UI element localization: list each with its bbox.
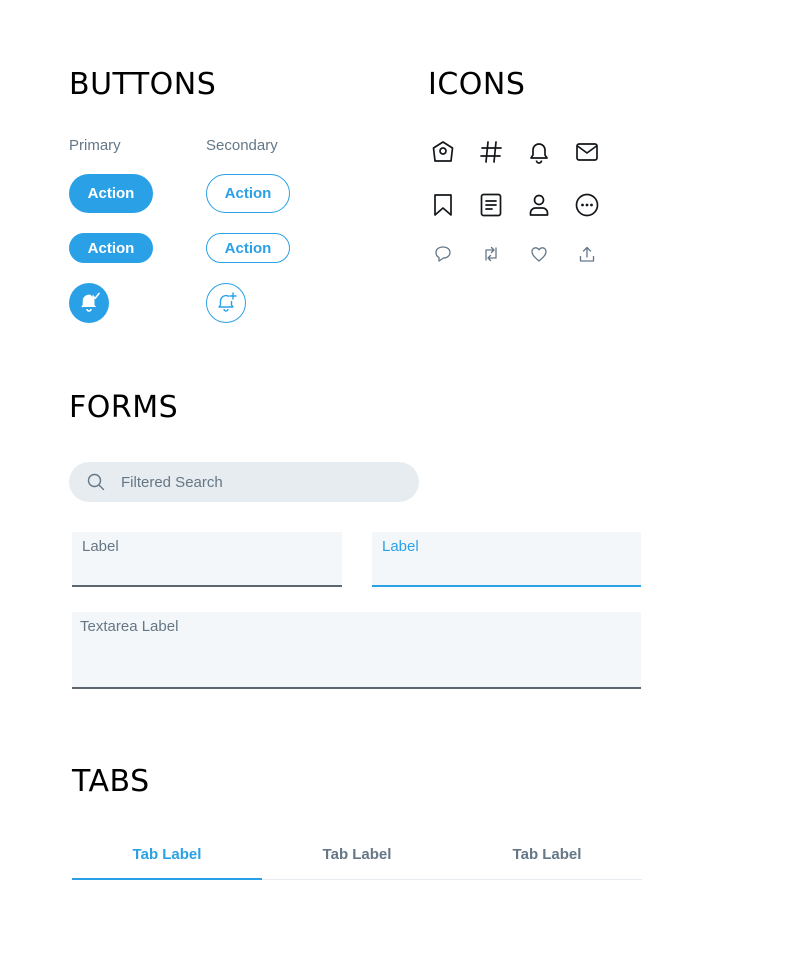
share-icon <box>578 245 596 263</box>
textarea-field[interactable]: Textarea Label <box>72 612 641 689</box>
tabs-section-title: TABS <box>72 764 150 799</box>
secondary-column-label: Secondary <box>206 137 278 154</box>
tab-2[interactable]: Tab Label <box>262 829 452 879</box>
icons-section-title: ICONS <box>428 67 526 102</box>
reply-icon <box>434 245 452 263</box>
bell-plus-icon <box>214 291 238 315</box>
tab-3[interactable]: Tab Label <box>452 829 642 879</box>
text-field[interactable]: Label <box>72 532 342 587</box>
bell-check-icon <box>77 291 101 315</box>
text-field-label: Label <box>82 538 119 555</box>
secondary-action-button-small[interactable]: Action <box>206 233 290 263</box>
text-field-focused-label: Label <box>382 538 419 555</box>
more-icon <box>574 192 600 218</box>
secondary-notification-toggle-button[interactable] <box>206 283 246 323</box>
textarea-label: Textarea Label <box>80 618 179 635</box>
buttons-section-title: BUTTONS <box>69 67 217 102</box>
retweet-icon <box>482 245 500 263</box>
tab-1[interactable]: Tab Label <box>72 829 262 880</box>
primary-action-button-large[interactable]: Action <box>69 174 153 213</box>
like-icon <box>530 245 548 263</box>
primary-action-button-small[interactable]: Action <box>69 233 153 263</box>
profile-icon <box>526 192 552 218</box>
list-icon <box>478 192 504 218</box>
text-field-focused[interactable]: Label <box>372 532 641 587</box>
mail-icon <box>574 139 600 165</box>
bookmark-icon <box>430 192 456 218</box>
search-input[interactable] <box>119 472 373 492</box>
secondary-action-button-large[interactable]: Action <box>206 174 290 213</box>
primary-column-label: Primary <box>69 137 121 154</box>
hashtag-icon <box>478 139 504 165</box>
search-icon <box>87 473 105 491</box>
forms-section-title: FORMS <box>69 390 179 425</box>
tab-bar: Tab Label Tab Label Tab Label <box>72 829 642 880</box>
primary-notification-toggle-button[interactable] <box>69 283 109 323</box>
home-icon <box>430 139 456 165</box>
search-field[interactable] <box>69 462 419 502</box>
bell-icon <box>526 139 552 165</box>
